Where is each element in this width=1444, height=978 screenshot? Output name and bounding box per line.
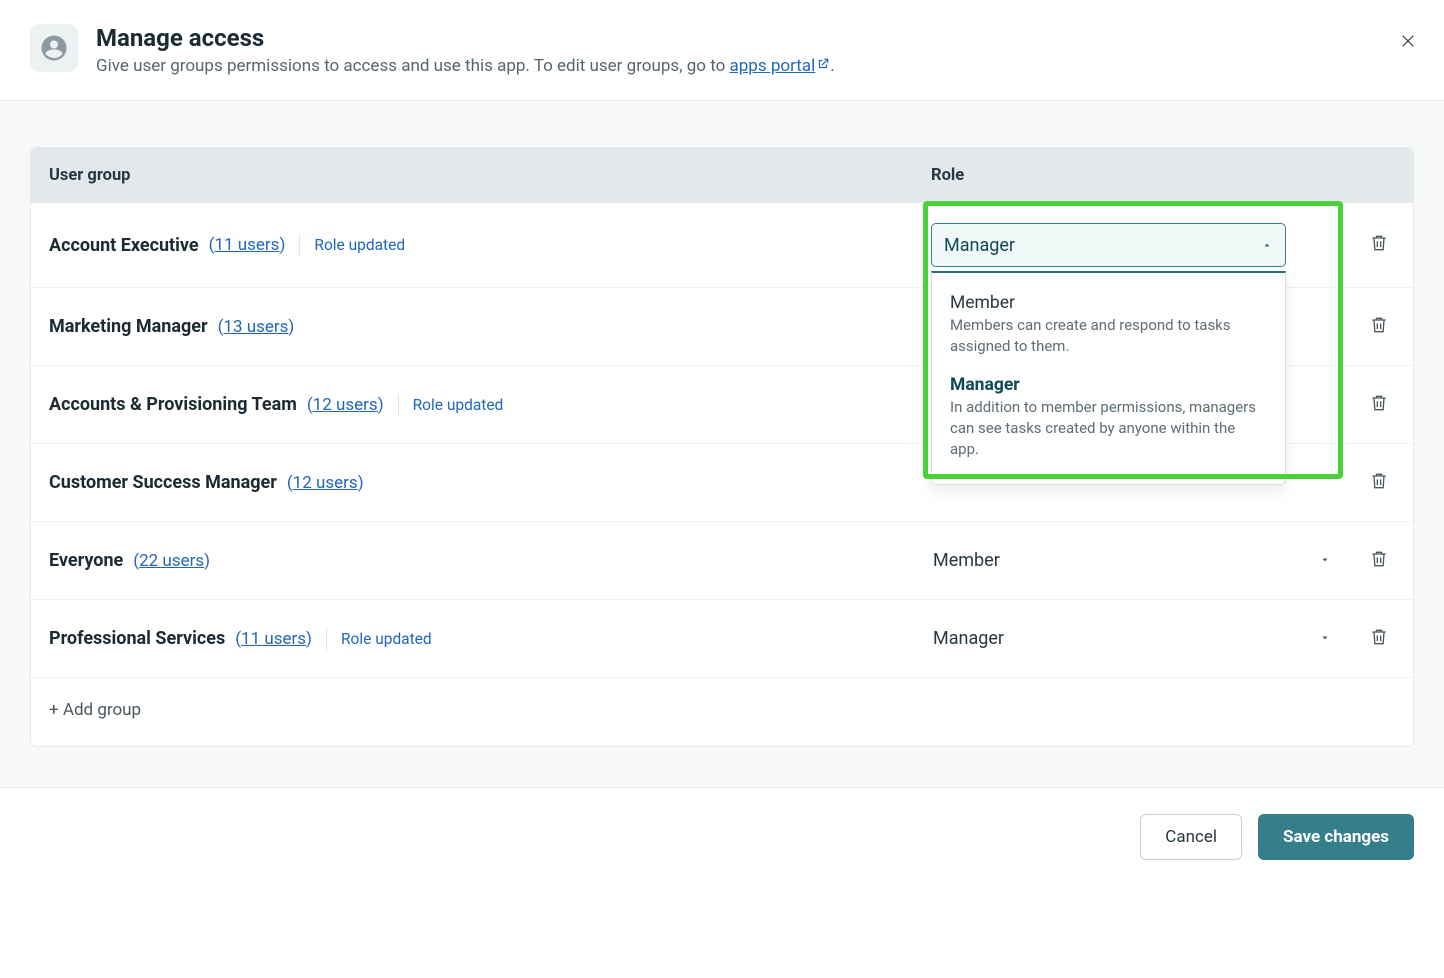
trash-icon [1369, 232, 1389, 254]
group-cell: Customer Success Manager (12 users) [49, 472, 931, 493]
role-updated-badge: Role updated [314, 236, 405, 254]
users-link-wrap: (11 users) [235, 629, 312, 649]
delete-row-button[interactable] [1369, 470, 1389, 495]
table-row: Professional Services (11 users) Role up… [31, 600, 1413, 678]
users-link[interactable]: 12 users [293, 473, 358, 493]
actions-cell [1335, 314, 1395, 340]
role-dropdown-panel: Member Members can create and respond to… [931, 271, 1286, 485]
role-select[interactable]: Member [931, 550, 1335, 571]
option-title: Member [950, 293, 1267, 313]
dialog-footer: Cancel Save changes [0, 787, 1444, 860]
cancel-button[interactable]: Cancel [1140, 814, 1242, 860]
role-select[interactable]: Manager [931, 628, 1335, 649]
col-header-role: Role [931, 166, 1335, 185]
group-name: Accounts & Provisioning Team [49, 394, 297, 415]
chevron-up-icon [1261, 235, 1273, 256]
divider [398, 394, 399, 416]
role-updated-badge: Role updated [341, 630, 432, 648]
app-avatar [30, 24, 78, 72]
role-selected-value: Manager [944, 235, 1015, 256]
dialog-title: Manage access [96, 24, 835, 52]
role-value: Member [933, 550, 1000, 571]
users-link[interactable]: 11 users [241, 629, 306, 649]
group-name: Everyone [49, 550, 123, 571]
delete-row-button[interactable] [1369, 232, 1389, 257]
dialog-subtitle: Give user groups permissions to access a… [96, 56, 835, 76]
access-table: User group Role Account Executive (11 us… [30, 147, 1414, 747]
table-row: Everyone (22 users) Member [31, 522, 1413, 600]
chevron-down-icon [1319, 628, 1331, 649]
users-link-wrap: (11 users) [209, 235, 286, 255]
role-option-manager[interactable]: Manager In addition to member permission… [932, 367, 1285, 470]
header-text: Manage access Give user groups permissio… [96, 24, 835, 76]
content-area: User group Role Account Executive (11 us… [0, 101, 1444, 787]
actions-cell [1335, 626, 1395, 652]
person-circle-icon [39, 33, 69, 63]
users-link-wrap: (12 users) [287, 473, 364, 493]
col-header-group: User group [49, 166, 931, 185]
users-link[interactable]: 13 users [223, 317, 288, 337]
users-link-wrap: (22 users) [133, 551, 210, 571]
actions-cell [1335, 470, 1395, 496]
trash-icon [1369, 392, 1389, 414]
close-button[interactable] [1396, 30, 1420, 54]
actions-cell [1335, 548, 1395, 574]
dialog-header: Manage access Give user groups permissio… [0, 0, 1444, 101]
group-cell: Everyone (22 users) [49, 550, 931, 571]
users-link[interactable]: 22 users [139, 551, 204, 571]
actions-cell [1335, 392, 1395, 418]
group-name: Account Executive [49, 235, 199, 256]
chevron-down-icon [1319, 550, 1331, 571]
role-cell: Manager [931, 628, 1335, 649]
trash-icon [1369, 626, 1389, 648]
apps-portal-link[interactable]: apps portal [730, 56, 831, 76]
table-row: Account Executive (11 users) Role update… [31, 203, 1413, 288]
option-desc: In addition to member permissions, manag… [950, 397, 1267, 460]
col-header-actions [1335, 166, 1395, 185]
group-cell: Accounts & Provisioning Team (12 users) … [49, 394, 931, 416]
group-name: Professional Services [49, 628, 225, 649]
group-cell: Marketing Manager (13 users) [49, 316, 931, 337]
trash-icon [1369, 314, 1389, 336]
role-cell: Member [931, 550, 1335, 571]
option-desc: Members can create and respond to tasks … [950, 315, 1267, 357]
trash-icon [1369, 548, 1389, 570]
table-header: User group Role [31, 148, 1413, 203]
subtitle-suffix: . [830, 56, 834, 76]
option-title: Manager [950, 375, 1267, 395]
role-select-open[interactable]: Manager [931, 223, 1286, 267]
subtitle-prefix: Give user groups permissions to access a… [96, 56, 730, 76]
group-cell: Account Executive (11 users) Role update… [49, 234, 931, 256]
delete-row-button[interactable] [1369, 392, 1389, 417]
role-option-member[interactable]: Member Members can create and respond to… [932, 285, 1285, 367]
group-cell: Professional Services (11 users) Role up… [49, 628, 931, 650]
delete-row-button[interactable] [1369, 314, 1389, 339]
close-icon [1400, 33, 1416, 49]
divider [299, 234, 300, 256]
add-group-button[interactable]: + Add group [31, 678, 1413, 746]
delete-row-button[interactable] [1369, 548, 1389, 573]
role-cell: Manager Member Members can create and re… [931, 223, 1335, 267]
save-changes-button[interactable]: Save changes [1258, 814, 1414, 860]
users-link-wrap: (13 users) [218, 317, 295, 337]
trash-icon [1369, 470, 1389, 492]
users-link[interactable]: 11 users [214, 235, 279, 255]
actions-cell [1335, 232, 1395, 258]
role-updated-badge: Role updated [413, 396, 504, 414]
role-value: Manager [933, 628, 1004, 649]
external-link-icon [816, 57, 830, 71]
users-link-wrap: (12 users) [307, 395, 384, 415]
group-name: Customer Success Manager [49, 472, 277, 493]
divider [326, 628, 327, 650]
group-name: Marketing Manager [49, 316, 208, 337]
delete-row-button[interactable] [1369, 626, 1389, 651]
users-link[interactable]: 12 users [313, 395, 378, 415]
